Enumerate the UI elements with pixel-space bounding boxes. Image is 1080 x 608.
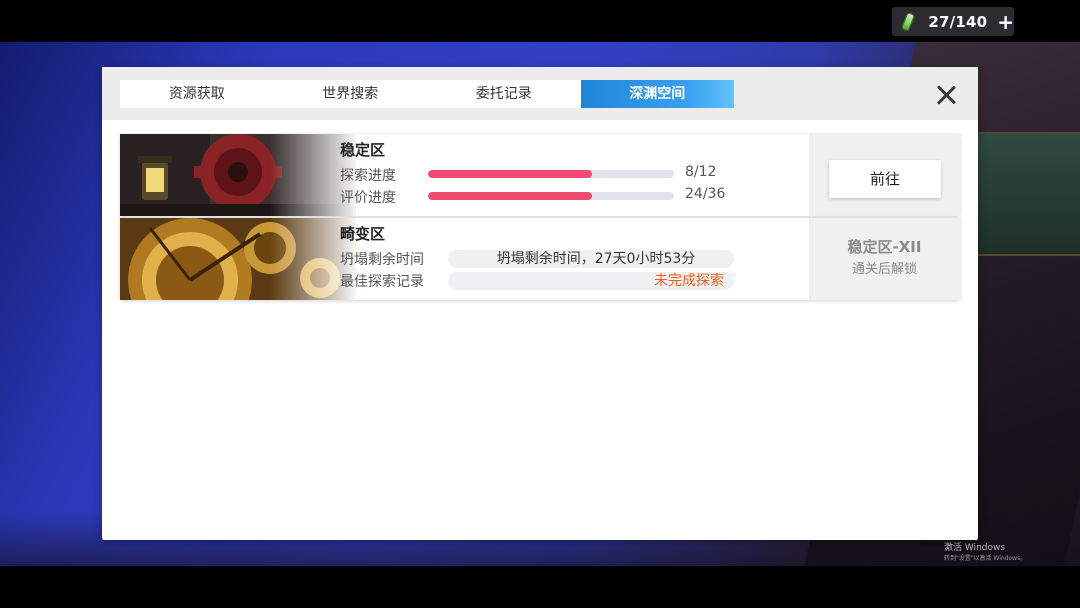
collapse-time-value: 坍塌剩余时间，27天0小时53分 <box>448 250 734 268</box>
zone-title: 畸变区 <box>340 225 386 243</box>
stamina-counter[interactable]: 27/140 + <box>892 7 1014 36</box>
explore-progress-fill <box>428 170 592 178</box>
stamina-value: 27/140 <box>928 12 988 31</box>
rating-progress-value: 24/36 <box>685 186 726 202</box>
battery-icon <box>900 11 916 32</box>
tab-bar: 资源获取 世界搜索 委托记录 深渊空间 <box>120 80 734 108</box>
watermark-title: 激活 Windows <box>944 543 1006 553</box>
explore-progress-value: 8/12 <box>685 164 717 180</box>
panel-header: 资源获取 世界搜索 委托记录 深渊空间 <box>102 67 978 120</box>
zone-title: 稳定区 <box>340 141 386 159</box>
unlock-requirement: 稳定区-XII <box>847 238 922 256</box>
zone-action-area: 前往 <box>809 134 960 216</box>
tab-abyss-space[interactable]: 深渊空间 <box>580 80 734 108</box>
rating-progress-fill <box>428 192 592 200</box>
best-record-value: 未完成探索 <box>448 272 734 290</box>
go-button[interactable]: 前往 <box>829 160 941 198</box>
top-bar: 27/140 + <box>0 0 1080 42</box>
tab-resource-acquisition[interactable]: 资源获取 <box>120 80 274 108</box>
tab-world-search[interactable]: 世界搜索 <box>274 80 428 108</box>
watermark-subtitle: 转到"设置"以激活 Windows。 <box>944 555 1027 562</box>
rating-progress-bar <box>428 192 674 200</box>
collapse-time-label: 坍塌剩余时间 <box>340 252 424 268</box>
close-icon[interactable] <box>933 81 961 109</box>
background-window <box>968 132 1080 256</box>
explore-progress-bar <box>428 170 674 178</box>
best-record-label: 最佳探索记录 <box>340 274 424 290</box>
tab-commission-records[interactable]: 委托记录 <box>427 80 581 108</box>
zone-card-stable: 稳定区 探索进度 8/12 评价进度 24/36 前往 <box>120 134 960 216</box>
explore-progress-label: 探索进度 <box>340 168 396 184</box>
activation-watermark: 激活 Windows 转到"设置"以激活 Windows。 <box>944 540 1026 562</box>
abyss-panel: 资源获取 世界搜索 委托记录 深渊空间 稳定区 探索进度 8/12 评价进度 2… <box>102 67 978 540</box>
zone-lock-area: 稳定区-XII 通关后解锁 <box>809 218 960 300</box>
rating-progress-label: 评价进度 <box>340 190 396 206</box>
add-stamina-button[interactable]: + <box>997 12 1014 32</box>
unlock-hint: 通关后解锁 <box>851 262 917 277</box>
zone-card-distortion: 畸变区 坍塌剩余时间 坍塌剩余时间，27天0小时53分 最佳探索记录 未完成探索… <box>120 218 960 300</box>
